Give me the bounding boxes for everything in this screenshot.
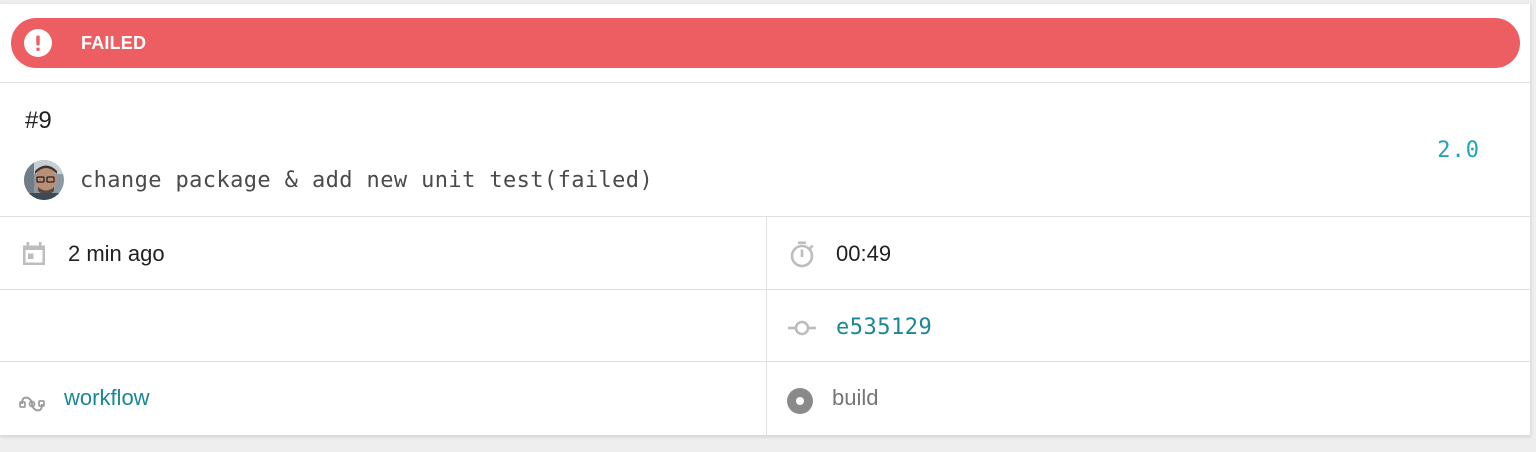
stage-name: build [832, 385, 879, 410]
branch-link[interactable]: 2.0 [1437, 137, 1480, 165]
stopwatch-icon [788, 240, 816, 268]
commit-sha-link[interactable]: e535129 [836, 314, 932, 342]
stage-dot-icon [786, 387, 814, 415]
created-time: 2 min ago [68, 241, 165, 266]
divider [0, 82, 1531, 83]
duration: 00:49 [836, 241, 892, 266]
divider [0, 361, 1531, 362]
divider [0, 289, 1531, 290]
build-number: #9 [25, 107, 52, 134]
exclamation-icon [24, 29, 52, 57]
commit-message: change package & add new unit test(faile… [80, 168, 654, 193]
status-banner: FAILED [11, 18, 1520, 68]
column-divider [766, 217, 767, 436]
git-commit-icon [788, 314, 816, 342]
status-label: FAILED [81, 33, 147, 53]
calendar-icon [20, 239, 48, 267]
build-card: FAILED #9 change package & add new unit … [0, 4, 1531, 436]
avatar [24, 160, 64, 200]
workflow-link[interactable]: workflow [64, 384, 150, 412]
workflow-icon [18, 390, 46, 418]
